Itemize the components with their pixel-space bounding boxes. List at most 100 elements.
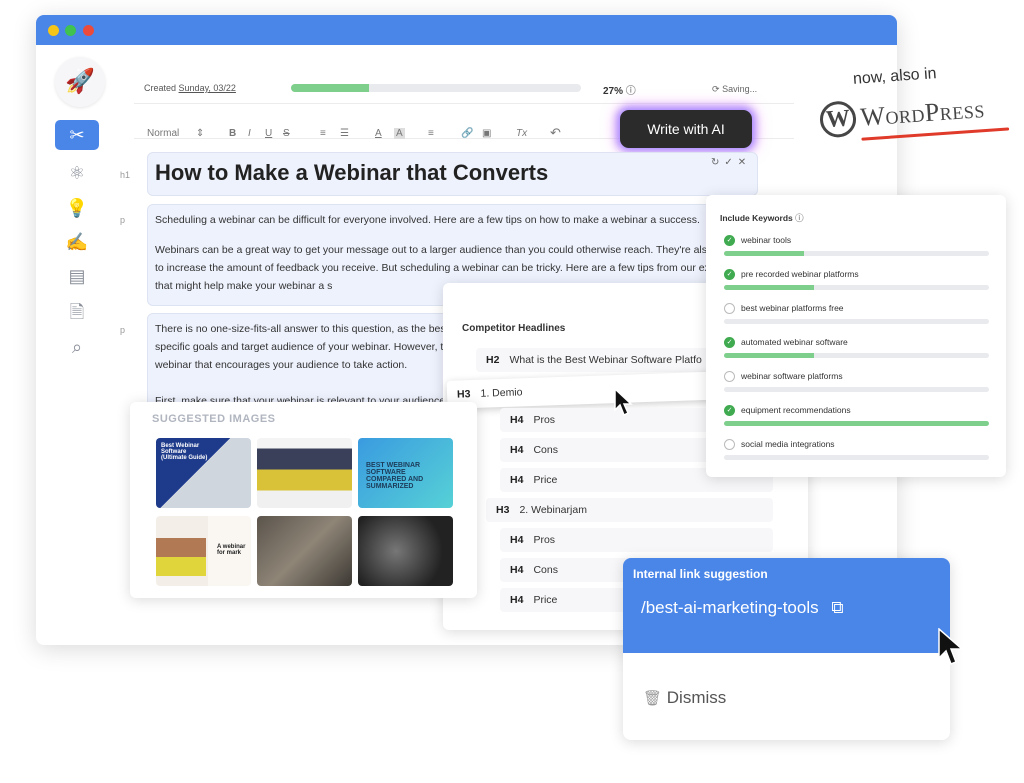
headline-text: 1. Demio [480,386,523,400]
keyword-item: ✓ webinar tools [724,235,791,247]
suggested-image[interactable]: BEST WEBINAR SOFTWARE COMPARED AND SUMMA… [358,438,453,508]
suggested-images-title: SUGGESTED IMAGES [152,413,276,425]
suggested-image[interactable]: Best Webinar Software (Ultimate Guide) [156,438,251,508]
bold-button[interactable]: B [229,128,236,139]
heading-tag: H3 [496,504,510,516]
link-button[interactable]: 🔗 [461,128,473,139]
headline-text: Price [533,474,558,486]
progress-fill [291,84,370,92]
headline-row[interactable]: H2 What is the Best Webinar Software Plat… [476,348,731,372]
competitor-title: Competitor Headlines [462,323,566,334]
headline-text: Cons [533,564,558,576]
accept-icon[interactable]: ✓ [724,157,737,168]
undo-button[interactable]: ↶ [550,125,561,141]
info-icon[interactable]: ⓘ [795,213,804,223]
suggested-link[interactable]: /best-ai-marketing-tools ⧉ [641,598,844,618]
suggested-image[interactable] [257,438,352,508]
reject-icon[interactable]: ✕ [738,157,751,168]
trash-icon: 🗑 [643,690,663,707]
divider [134,103,794,104]
keyword-item: best webinar platforms free [724,303,844,315]
browser-preview-icon[interactable]: ▤ [55,261,99,291]
keyword-progress-bar [724,319,989,324]
keyword-progress-bar [724,455,989,460]
p-label: p [120,325,126,335]
suggested-image[interactable] [257,516,352,586]
align-button[interactable]: ≡ [428,128,434,139]
highlight-button[interactable]: A [394,128,405,139]
lightbulb-icon[interactable]: 💡 [55,193,99,223]
keyword-progress-bar [724,353,989,358]
external-link-icon[interactable]: ⧉ [831,598,843,617]
ordered-list-button[interactable]: ≡ [320,128,326,139]
empty-circle-icon [724,439,735,451]
atom-icon[interactable]: ⚛ [55,158,99,188]
keyword-progress-fill [724,421,989,426]
keyword-progress-fill [724,285,815,290]
bullet-list-button[interactable]: ☰ [340,128,349,139]
keywords-title: Include Keywords ⓘ [720,213,804,223]
write-with-ai-button[interactable]: Write with AI [620,110,752,148]
italic-button[interactable]: I [248,128,251,139]
h1-label: h1 [120,170,131,180]
internal-link-suggestion-card: Internal link suggestion /best-ai-market… [623,558,950,740]
heading-tag: H4 [510,414,524,426]
link-suggestion-header: Internal link suggestion /best-ai-market… [623,558,950,653]
created-info: Created Sunday, 03/22 [144,83,236,93]
include-keywords-panel: Include Keywords ⓘ ✓ webinar tools ✓ pre re… [706,195,1006,477]
dragged-headline-row[interactable]: H3 1. Demio [446,371,731,409]
title-bar [36,15,897,45]
underline-button[interactable]: U [265,128,272,139]
keyword-progress-bar [724,285,989,290]
headline-text: 2. Webinarjam [519,504,587,516]
title-actions: ↻✓✕ [711,157,751,168]
keyword-progress-bar [724,251,989,256]
close-button[interactable] [83,25,94,36]
heading-tag: H2 [486,354,500,366]
progress-text: 27% ⓘ [603,86,636,97]
headline-text: Cons [533,444,558,456]
link-suggestion-title: Internal link suggestion [633,567,768,581]
keyword-item: ✓ pre recorded webinar platforms [724,269,859,281]
check-circle-icon: ✓ [724,269,735,281]
article-title[interactable]: How to Make a Webinar that Converts [155,160,548,185]
empty-circle-icon [724,371,735,383]
clear-format-button[interactable]: Tx [516,128,527,139]
keyword-progress-bar [724,421,989,426]
heading-tag: H4 [510,474,524,486]
document-search-icon[interactable]: 🗎 [55,297,99,327]
info-icon[interactable]: ⓘ [626,86,636,97]
created-date[interactable]: Sunday, 03/22 [179,83,236,93]
design-tools-icon[interactable]: ✂ [55,120,99,150]
suggested-image[interactable] [358,516,453,586]
title-block[interactable]: How to Make a Webinar that Converts [147,152,758,196]
regenerate-icon[interactable]: ↻ [711,157,724,168]
image-button[interactable]: ▣ [482,128,491,139]
text-color-button[interactable]: A [375,128,382,139]
check-circle-icon: ✓ [724,337,735,349]
keyword-progress-fill [724,353,815,358]
strikethrough-button[interactable]: S [283,128,290,139]
headline-text: Pros [533,414,556,426]
keyword-item: social media integrations [724,439,835,451]
heading-tag: H4 [510,444,524,456]
suggested-images-panel: SUGGESTED IMAGES Best Webinar Software (… [130,402,477,598]
rocket-logo[interactable]: 🚀 [55,57,105,107]
writer-icon[interactable]: ✍ [55,227,99,257]
suggested-image[interactable]: A webinar for mark [156,516,251,586]
style-select[interactable]: Normal ⇕ [147,128,204,139]
minimize-button[interactable] [48,25,59,36]
progress-bar [291,84,581,92]
saving-status: ⟳ Saving... [712,84,758,94]
headline-row[interactable]: H4 Pros [500,528,773,552]
mouse-cursor-icon [614,388,633,417]
keyword-progress-fill [724,251,804,256]
analytics-search-icon[interactable]: ⌕ [55,332,99,362]
keyword-progress-bar [724,387,989,392]
p-label: p [120,215,126,225]
heading-tag: H4 [510,534,524,546]
headline-row[interactable]: H3 2. Webinarjam [486,498,773,522]
dismiss-button[interactable]: 🗑 Dismiss [643,688,726,708]
heading-tag: H3 [456,388,471,401]
maximize-button[interactable] [65,25,76,36]
